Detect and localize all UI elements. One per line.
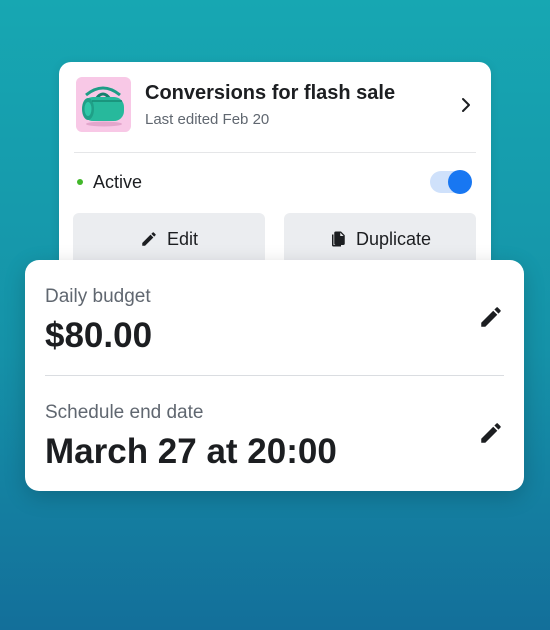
chevron-right-icon[interactable] xyxy=(460,97,472,113)
daily-budget-value: $80.00 xyxy=(45,316,153,355)
campaign-title: Conversions for flash sale xyxy=(145,82,396,104)
schedule-end-date-label: Schedule end date xyxy=(45,402,204,423)
status-label: Active xyxy=(93,172,143,192)
toggle-thumb xyxy=(448,170,472,194)
campaign-card: Conversions for flash sale Last edited F… xyxy=(59,62,491,282)
campaign-header[interactable]: Conversions for flash sale Last edited F… xyxy=(59,62,491,152)
divider xyxy=(74,152,476,153)
edit-budget-pencil-icon[interactable] xyxy=(478,304,504,330)
edit-button[interactable]: Edit xyxy=(73,213,265,265)
details-card: Daily budget $80.00 Schedule end date Ma… xyxy=(25,260,524,491)
schedule-end-date-value: March 27 at 20:00 xyxy=(45,432,337,471)
edit-schedule-pencil-icon[interactable] xyxy=(478,420,504,446)
duffel-bag-icon xyxy=(82,86,124,127)
edit-button-label: Edit xyxy=(166,228,199,249)
active-toggle[interactable] xyxy=(430,169,472,195)
status-dot xyxy=(77,179,83,185)
pencil-icon xyxy=(140,230,158,248)
duplicate-icon xyxy=(329,230,347,248)
duplicate-button[interactable]: Duplicate xyxy=(284,213,476,265)
daily-budget-label: Daily budget xyxy=(45,286,151,307)
divider xyxy=(45,375,504,376)
last-edited-text: Last edited Feb 20 xyxy=(145,111,270,128)
duplicate-button-label: Duplicate xyxy=(355,228,432,249)
duffel-bag-thumbnail xyxy=(76,77,131,132)
